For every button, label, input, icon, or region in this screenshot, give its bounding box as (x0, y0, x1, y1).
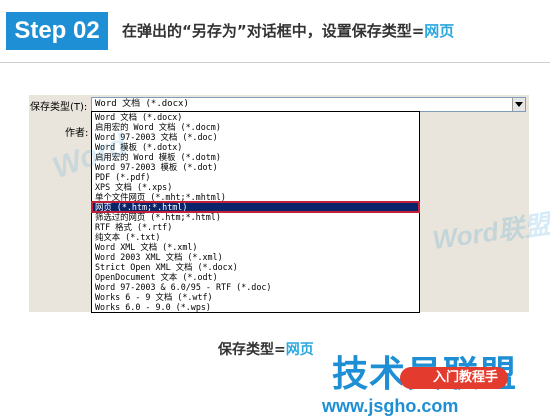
caption-main: 保存类型= (218, 342, 286, 358)
save-type-option[interactable]: Word XML 文档 (*.xml) (92, 242, 419, 252)
save-type-value: Word 文档 (*.docx) (95, 99, 189, 109)
save-type-option[interactable]: Works 6 - 9 文档 (*.wtf) (92, 292, 419, 302)
save-type-option[interactable]: PDF (*.pdf) (92, 172, 419, 182)
save-type-option[interactable]: Word 97-2003 模板 (*.dot) (92, 162, 419, 172)
save-type-option[interactable]: 纯文本 (*.txt) (92, 232, 419, 242)
save-type-option[interactable]: 筛选过的网页 (*.htm;*.html) (92, 212, 419, 222)
save-type-option[interactable]: Word 97-2003 & 6.0/95 - RTF (*.doc) (92, 282, 419, 292)
save-type-option[interactable]: OpenDocument 文本 (*.odt) (92, 272, 419, 282)
instruction-highlight: 网页 (424, 22, 455, 40)
save-type-option[interactable]: RTF 格式 (*.rtf) (92, 222, 419, 232)
save-as-dialog: 保存类型(T): 作者: Word 文档 (*.docx) Word 文档 (*… (29, 95, 529, 313)
save-type-option[interactable]: 启用宏的 Word 文档 (*.docm) (92, 122, 419, 132)
chevron-down-icon (515, 102, 523, 107)
save-type-option[interactable]: Works 6.0 - 9.0 (*.wps) (92, 302, 419, 312)
save-type-option[interactable]: Word 97-2003 文档 (*.doc) (92, 132, 419, 142)
save-type-options-list[interactable]: Word 文档 (*.docx) 启用宏的 Word 文档 (*.docm) Wor… (91, 111, 420, 313)
save-type-option[interactable]: XPS 文档 (*.xps) (92, 182, 419, 192)
save-type-option[interactable]: Word 文档 (*.docx) (92, 112, 419, 122)
save-type-option[interactable]: Word 2003 XML 文档 (*.xml) (92, 252, 419, 262)
save-type-label: 保存类型(T): (30, 102, 88, 113)
brand-site-url: www.jsgho.com (322, 396, 459, 416)
save-type-option[interactable]: Strict Open XML 文档 (*.docx) (92, 262, 419, 272)
caption-highlight: 网页 (285, 342, 314, 358)
step-badge: Step 02 (6, 12, 108, 50)
instruction-text: 在弹出的“另存为”对话框中，设置保存类型=网页 (122, 20, 454, 41)
header: Step 02 在弹出的“另存为”对话框中，设置保存类型=网页 (0, 0, 550, 62)
author-label: 作者: (65, 128, 89, 139)
dropdown-button[interactable] (512, 98, 525, 111)
instruction-main: 在弹出的“另存为”对话框中，设置保存类型= (122, 22, 425, 40)
save-type-option[interactable]: Word 模板 (*.dotx) (92, 142, 419, 152)
save-type-dropdown[interactable]: Word 文档 (*.docx) (91, 97, 526, 112)
save-type-option-selected[interactable]: 网页 (*.htm;*.html) (91, 201, 420, 213)
caption: 保存类型=网页 (218, 339, 314, 359)
brand-pill: 入门教程手 (400, 367, 508, 389)
header-divider (0, 62, 550, 63)
save-type-option[interactable]: 单个文件网页 (*.mht;*.mhtml) (92, 192, 419, 202)
save-type-option[interactable]: 启用宏的 Word 模板 (*.dotm) (92, 152, 419, 162)
